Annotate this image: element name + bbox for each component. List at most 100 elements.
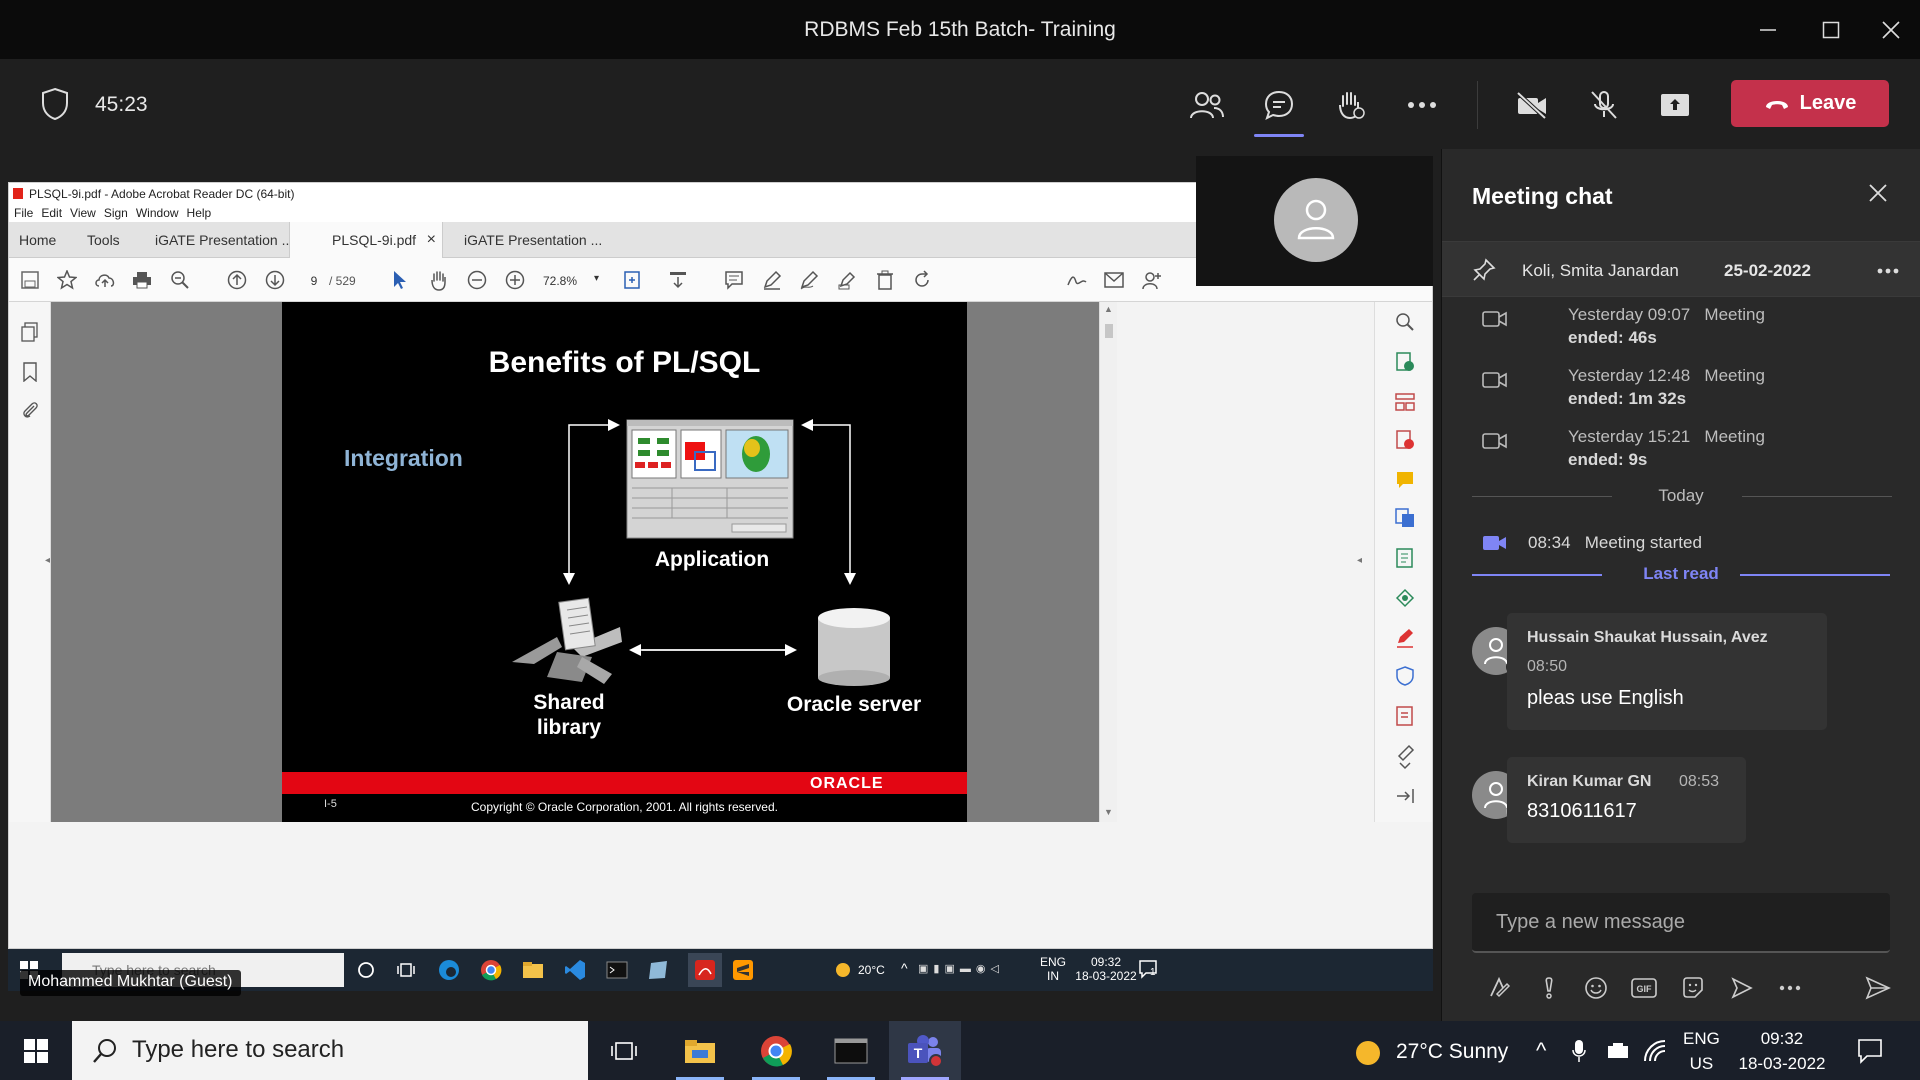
tab-igate-2[interactable]: iGATE Presentation ...: [464, 222, 602, 258]
vscode-icon[interactable]: [562, 957, 588, 983]
page-down-icon[interactable]: [262, 268, 288, 292]
collapse-left-icon[interactable]: ◂: [45, 555, 50, 566]
maximize-button[interactable]: [1806, 10, 1856, 50]
chat-button[interactable]: [1252, 81, 1306, 137]
fill-and-sign-icon[interactable]: [1395, 628, 1415, 653]
sublime-icon[interactable]: [730, 957, 756, 983]
chrome-icon[interactable]: [478, 957, 504, 983]
protect-icon[interactable]: [1395, 666, 1415, 691]
tray-chevron-icon[interactable]: ^: [901, 961, 908, 975]
participants-button[interactable]: [1180, 81, 1234, 129]
comment-tool-icon[interactable]: [1395, 470, 1415, 495]
task-view-button[interactable]: [588, 1021, 660, 1080]
wifi-icon[interactable]: [1643, 1039, 1667, 1068]
sign-icon[interactable]: [1064, 268, 1090, 292]
tab-plsql[interactable]: PLSQL-9i.pdf ×: [289, 222, 443, 258]
notification-icon[interactable]: 1: [1138, 959, 1158, 984]
delete-icon[interactable]: [872, 268, 898, 292]
zoom-out-icon[interactable]: [464, 268, 490, 292]
close-chat-button[interactable]: [1863, 179, 1893, 209]
edit-pdf-icon[interactable]: [1395, 588, 1415, 613]
taskbar-search-box[interactable]: Type here to search: [72, 1021, 588, 1080]
fill-sign-icon[interactable]: [834, 268, 860, 292]
star-icon[interactable]: [54, 268, 80, 292]
important-button[interactable]: [1534, 973, 1564, 1003]
self-video-tile[interactable]: [1196, 156, 1433, 286]
minimize-button[interactable]: [1743, 10, 1793, 50]
terminal-icon[interactable]: [604, 957, 630, 983]
draw-icon[interactable]: [796, 268, 822, 292]
combine-files-icon[interactable]: [1395, 508, 1415, 533]
send-button[interactable]: [1863, 973, 1893, 1003]
menu-sign[interactable]: Sign: [104, 203, 136, 222]
tab-home[interactable]: Home: [19, 222, 56, 258]
tray-icons[interactable]: ▣▮▣▬◉◁: [918, 962, 1004, 976]
more-options-button[interactable]: [1775, 973, 1805, 1003]
page-number-input[interactable]: 9: [301, 271, 327, 291]
action-center-icon[interactable]: [1857, 1038, 1883, 1069]
rotate-icon[interactable]: [909, 268, 935, 292]
save-icon[interactable]: [17, 268, 43, 292]
emoji-button[interactable]: [1581, 973, 1611, 1003]
bookmark-icon[interactable]: [23, 362, 37, 387]
redact-icon[interactable]: [1395, 706, 1415, 731]
shared-clock[interactable]: 09:32 18-03-2022: [1070, 955, 1142, 983]
menu-window[interactable]: Window: [136, 203, 187, 222]
more-actions-button[interactable]: [1395, 81, 1449, 129]
menu-help[interactable]: Help: [187, 203, 220, 222]
highlight-icon[interactable]: [759, 268, 785, 292]
select-cursor-icon[interactable]: [387, 268, 413, 292]
leave-button[interactable]: Leave: [1731, 80, 1889, 127]
battery-icon[interactable]: [1605, 1042, 1631, 1065]
menu-view[interactable]: View: [70, 203, 104, 222]
more-tools-icon[interactable]: [1395, 744, 1415, 775]
tab-tools[interactable]: Tools: [87, 222, 120, 258]
taskbar-terminal[interactable]: [815, 1021, 887, 1080]
taskbar-language[interactable]: ENG US: [1683, 1026, 1720, 1076]
sticker-button[interactable]: [1678, 973, 1708, 1003]
acrobat-taskbar-icon[interactable]: [688, 953, 722, 987]
collapse-right-icon[interactable]: ◂: [1357, 555, 1362, 566]
tab-close-icon[interactable]: ×: [427, 231, 436, 249]
microphone-icon[interactable]: [1572, 1039, 1586, 1068]
zoom-in-icon[interactable]: [502, 268, 528, 292]
zoom-search-icon[interactable]: [167, 268, 193, 292]
close-window-button[interactable]: [1866, 10, 1916, 50]
list-item[interactable]: Kiran Kumar GN 08:53 8310611617: [1507, 757, 1746, 843]
taskbar-clock[interactable]: 09:32 18-03-2022: [1730, 1026, 1834, 1076]
upload-icon[interactable]: [92, 268, 118, 292]
vertical-scrollbar[interactable]: ▲ ▼: [1099, 302, 1117, 822]
reactions-button[interactable]: [1323, 81, 1377, 129]
search-icon[interactable]: [1395, 312, 1415, 337]
print-icon[interactable]: [129, 268, 155, 292]
page-up-icon[interactable]: [224, 268, 250, 292]
add-user-icon[interactable]: [1139, 268, 1165, 292]
scroll-thumb[interactable]: [1105, 324, 1113, 338]
task-view-icon[interactable]: [393, 957, 419, 983]
cortana-icon[interactable]: [353, 957, 379, 983]
scroll-mode-icon[interactable]: [665, 268, 691, 292]
fit-page-icon[interactable]: [621, 268, 647, 292]
comment-icon[interactable]: [721, 268, 747, 292]
taskbar-teams[interactable]: T: [889, 1021, 961, 1080]
hand-tool-icon[interactable]: [426, 268, 452, 292]
pinned-more-button[interactable]: [1877, 254, 1899, 280]
zoom-level-select[interactable]: 72.8% ▾: [537, 270, 601, 292]
mail-icon[interactable]: [1101, 268, 1127, 292]
taskbar-chrome[interactable]: [740, 1021, 812, 1080]
gif-button[interactable]: GIF: [1629, 973, 1659, 1003]
menu-file[interactable]: File: [14, 203, 41, 222]
file-explorer-icon[interactable]: [520, 957, 546, 983]
create-pdf-icon[interactable]: [1395, 430, 1415, 455]
shared-language[interactable]: ENG IN: [1040, 955, 1066, 983]
mic-toggle-button[interactable]: [1577, 81, 1631, 129]
attachment-icon[interactable]: [21, 400, 39, 425]
collapse-pane-icon[interactable]: [1395, 788, 1415, 809]
camera-toggle-button[interactable]: [1505, 81, 1559, 129]
tray-overflow-chevron-icon[interactable]: ^: [1536, 1038, 1546, 1063]
message-input[interactable]: Type a new message: [1472, 893, 1890, 953]
start-button[interactable]: [0, 1021, 72, 1080]
menu-edit[interactable]: Edit: [41, 203, 70, 222]
export-pdf-icon[interactable]: [1395, 352, 1415, 377]
taskbar-weather[interactable]: 27°C Sunny: [1396, 1039, 1508, 1064]
